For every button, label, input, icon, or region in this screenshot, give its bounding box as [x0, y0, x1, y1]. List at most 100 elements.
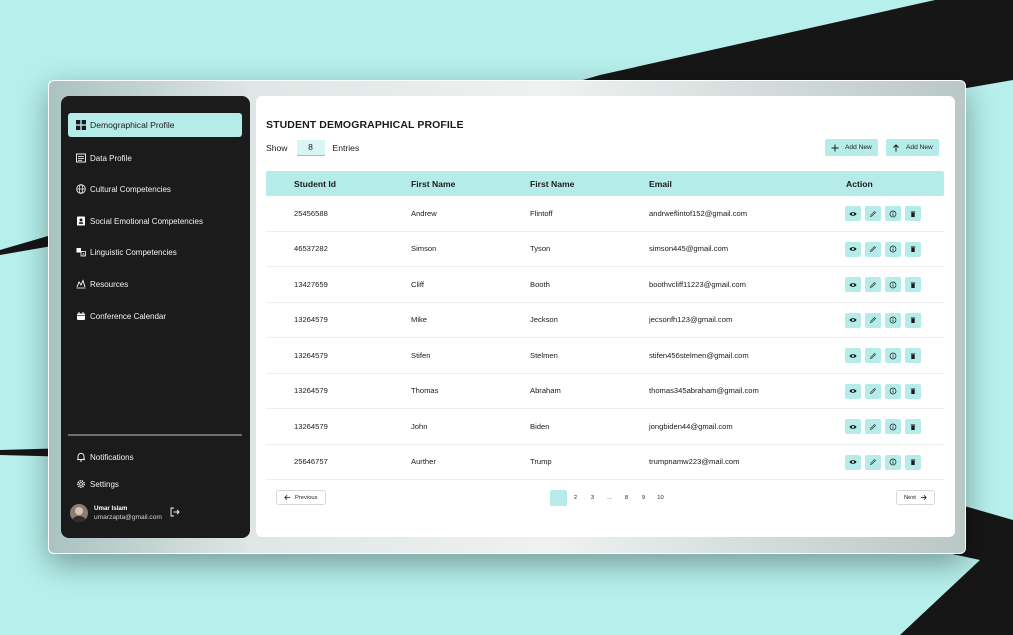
delete-icon [909, 245, 917, 253]
sidebar-item-demographical-profile[interactable]: Demographical Profile [68, 113, 242, 137]
app-window: Demographical Profile Data Profile Cultu… [48, 80, 966, 554]
view-icon [849, 458, 857, 466]
edit-button[interactable] [865, 277, 881, 292]
add-new-button[interactable]: Add New [825, 139, 878, 156]
view-button[interactable] [845, 383, 861, 399]
cell-email: boothvcliff11223@gmail.com [649, 279, 746, 289]
delete-button[interactable] [905, 348, 921, 363]
view-button[interactable] [845, 348, 861, 363]
page-title: STUDENT DEMOGRAPHICAL PROFILE [266, 119, 464, 131]
edit-button[interactable] [865, 454, 881, 470]
edit-button[interactable] [865, 206, 881, 221]
cell-email: jongbiden44@gmail.com [649, 421, 733, 431]
sidebar-item-cultural-competencies[interactable]: Cultural Competencies [68, 177, 242, 201]
view-button[interactable] [845, 277, 861, 292]
sidebar-item-settings[interactable]: Settings [68, 472, 242, 496]
entries-select[interactable]: 8 [296, 140, 325, 156]
delete-button[interactable] [905, 277, 921, 292]
globe-icon [75, 184, 86, 195]
cell-student-id: 13264579 [294, 350, 328, 360]
edit-icon [869, 210, 877, 218]
contact-card-icon [75, 216, 86, 227]
sidebar-item-resources[interactable]: Resources [68, 272, 242, 296]
sidebar-item-conference-calendar[interactable]: Conference Calendar [68, 304, 242, 328]
row-actions [845, 383, 921, 399]
sidebar-item-notifications[interactable]: Notifications [68, 445, 242, 469]
page-button-1[interactable]: 1 [550, 490, 567, 506]
cell-last-name: Stelmen [530, 350, 558, 360]
info-button[interactable] [885, 348, 901, 363]
avatar [70, 504, 88, 522]
column-header-student-id[interactable]: Student Id [294, 179, 336, 189]
info-button[interactable] [885, 312, 901, 328]
add-new-label: Add New [906, 144, 933, 151]
page-button-2[interactable]: 2 [567, 490, 584, 506]
edit-icon [869, 316, 877, 324]
page-button-10[interactable]: 10 [652, 490, 669, 506]
next-button[interactable]: Next [896, 490, 935, 505]
info-button[interactable] [885, 241, 901, 257]
delete-button[interactable] [905, 206, 921, 221]
table-row: 13264579 Thomas Abraham thomas345abraham@gm… [266, 374, 944, 409]
column-header-last-name[interactable]: First Name [530, 179, 574, 189]
delete-icon [909, 458, 917, 466]
edit-button[interactable] [865, 383, 881, 399]
delete-button[interactable] [905, 419, 921, 434]
info-icon [889, 316, 897, 324]
edit-button[interactable] [865, 241, 881, 257]
info-button[interactable] [885, 419, 901, 434]
info-button[interactable] [885, 206, 901, 221]
info-button[interactable] [885, 383, 901, 399]
row-actions [845, 419, 921, 434]
table-row: 13427659 Cliff Booth boothvcliff11223@gmail… [266, 267, 944, 303]
delete-button[interactable] [905, 454, 921, 470]
previous-label: Previous [295, 494, 318, 501]
view-button[interactable] [845, 419, 861, 434]
column-header-email[interactable]: Email [649, 179, 672, 189]
cell-first-name: John [411, 421, 428, 431]
edit-button[interactable] [865, 419, 881, 434]
sidebar-item-linguistic-competencies[interactable]: A Linguistic Competencies [68, 240, 242, 264]
edit-button[interactable] [865, 348, 881, 363]
sidebar-item-label: Cultural Competencies [90, 184, 171, 194]
logout-icon[interactable] [170, 507, 180, 517]
previous-button[interactable]: Previous [276, 490, 326, 505]
edit-button[interactable] [865, 312, 881, 328]
view-icon [849, 316, 857, 324]
entries-control: Show 8 Entries [266, 140, 359, 156]
sidebar-item-label: Social Emotional Competencies [90, 216, 203, 226]
info-icon [889, 281, 897, 289]
view-button[interactable] [845, 241, 861, 257]
delete-button[interactable] [905, 241, 921, 257]
delete-button[interactable] [905, 312, 921, 328]
delete-button[interactable] [905, 383, 921, 399]
table-row: 13264579 Mike Jeckson jecsonfh123@gmail.com [266, 303, 944, 338]
info-button[interactable] [885, 454, 901, 470]
view-button[interactable] [845, 312, 861, 328]
cell-email: jecsonfh123@gmail.com [649, 315, 733, 325]
delete-icon [909, 210, 917, 218]
table-row: 25456588 Andrew Flintoff andrweflintof152@g… [266, 196, 944, 232]
page-button-8[interactable]: 8 [618, 490, 635, 506]
info-button[interactable] [885, 277, 901, 292]
view-button[interactable] [845, 206, 861, 221]
add-new-upload-button[interactable]: Add New [886, 139, 939, 156]
view-icon [849, 210, 857, 218]
user-profile[interactable]: Umar Islam umarzapta@gmail.com [70, 502, 240, 524]
sidebar-item-data-profile[interactable]: Data Profile [68, 146, 242, 170]
sidebar-item-social-emotional-competencies[interactable]: Social Emotional Competencies [68, 209, 242, 233]
delete-icon [909, 352, 917, 360]
delete-icon [909, 423, 917, 431]
page-button-3[interactable]: 3 [584, 490, 601, 506]
page-button-9[interactable]: 9 [635, 490, 652, 506]
resources-icon [75, 279, 86, 290]
table-body: 25456588 Andrew Flintoff andrweflintof152@g… [266, 196, 944, 480]
sidebar-item-label: Settings [90, 479, 119, 489]
view-button[interactable] [845, 454, 861, 470]
gear-icon [75, 479, 86, 490]
column-header-first-name[interactable]: First Name [411, 179, 455, 189]
cell-email: stifen456stelmen@gmail.com [649, 350, 749, 360]
column-header-action: Action [846, 178, 873, 189]
cell-student-id: 13264579 [294, 315, 328, 325]
edit-icon [869, 458, 877, 466]
